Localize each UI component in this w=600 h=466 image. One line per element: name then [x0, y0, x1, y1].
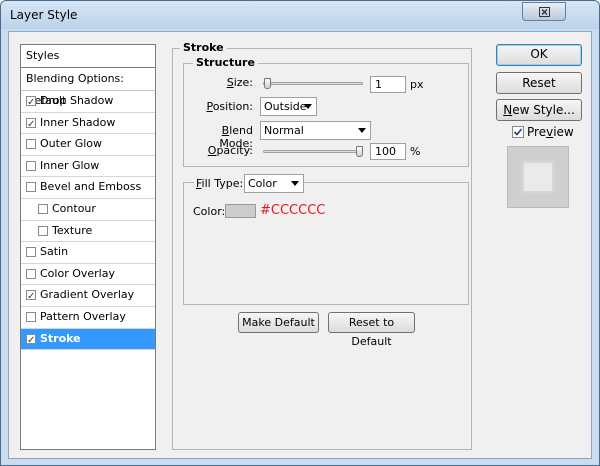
opacity-label: Opacity:	[207, 144, 253, 157]
styles-list: Styles Blending Options: Default Drop Sh…	[20, 44, 156, 450]
style-item-label: Color Overlay	[40, 266, 115, 280]
close-button[interactable]	[522, 2, 566, 21]
fill-type-select[interactable]: Color	[244, 174, 304, 193]
style-item-texture[interactable]: Texture	[21, 221, 155, 243]
reset-to-default-button[interactable]: Reset to Default	[328, 312, 415, 348]
style-item-checkbox[interactable]	[38, 225, 48, 236]
style-item-checkbox[interactable]	[26, 93, 36, 113]
style-item-stroke[interactable]: Stroke	[21, 328, 155, 351]
color-swatch[interactable]	[225, 204, 256, 218]
checkmark-icon	[513, 128, 523, 136]
new-style-button[interactable]: New Style...	[496, 99, 582, 121]
style-item-label: Contour	[52, 201, 96, 215]
style-item-color-overlay[interactable]: Color Overlay	[21, 264, 155, 286]
style-item-checkbox[interactable]	[26, 115, 36, 135]
style-item-label: Inner Shadow	[40, 115, 116, 129]
preview-thumbnail	[507, 146, 569, 208]
size-label: Size:	[226, 76, 253, 89]
style-item-gradient-overlay[interactable]: Gradient Overlay	[21, 285, 155, 307]
style-item-label: Gradient Overlay	[40, 288, 135, 302]
style-item-checkbox[interactable]	[26, 182, 36, 193]
style-item-outer-glow[interactable]: Outer Glow	[21, 134, 155, 156]
position-label: Position:	[206, 100, 253, 113]
style-item-label: Satin	[40, 245, 69, 259]
style-item-label: Bevel and Emboss	[40, 180, 142, 194]
layer-style-dialog: Layer Style Styles Blending Options: Def…	[0, 0, 600, 466]
style-item-checkbox[interactable]	[26, 160, 36, 171]
styles-header[interactable]: Styles	[21, 45, 155, 68]
preview-checkbox[interactable]	[512, 126, 524, 138]
style-item-inner-shadow[interactable]: Inner Shadow	[21, 113, 155, 135]
style-item-label: Outer Glow	[40, 137, 103, 151]
fill-type-label: Fill Type:	[194, 177, 246, 190]
size-unit: px	[410, 78, 424, 91]
blending-options-item[interactable]: Blending Options: Default	[21, 68, 155, 107]
preview-label: Preview	[527, 125, 574, 139]
style-items: Drop Shadow Inner Shadow Outer Glow Inner G…	[21, 91, 155, 351]
size-slider-handle[interactable]	[263, 78, 271, 89]
style-item-checkbox[interactable]	[26, 247, 36, 258]
style-item-checkbox[interactable]	[26, 287, 36, 307]
chevron-down-icon	[304, 104, 312, 109]
style-item-checkbox[interactable]	[26, 311, 36, 322]
chevron-down-icon	[291, 181, 299, 186]
structure-title: Structure	[193, 56, 258, 69]
blend-mode-select[interactable]: Normal	[260, 121, 371, 140]
size-input[interactable]: 1	[370, 76, 406, 93]
style-item-label: Pattern Overlay	[40, 309, 126, 323]
title-bar[interactable]: Layer Style	[1, 1, 599, 29]
size-slider-track[interactable]	[263, 82, 363, 85]
style-item-drop-shadow[interactable]: Drop Shadow	[21, 91, 155, 113]
chevron-down-icon	[358, 128, 366, 133]
style-item-bevel-and-emboss[interactable]: Bevel and Emboss	[21, 177, 155, 199]
style-item-label: Inner Glow	[40, 158, 100, 172]
opacity-input[interactable]: 100	[370, 143, 406, 160]
opacity-slider-track[interactable]	[263, 150, 363, 153]
window-title: Layer Style	[10, 8, 78, 22]
color-hex-annotation: #CCCCCC	[260, 203, 326, 218]
style-item-inner-glow[interactable]: Inner Glow	[21, 156, 155, 178]
stroke-panel-title: Stroke	[180, 41, 227, 54]
style-item-checkbox[interactable]	[38, 203, 48, 214]
reset-button[interactable]: Reset	[496, 72, 582, 94]
make-default-button[interactable]: Make Default	[238, 312, 319, 333]
position-select[interactable]: Outside	[260, 97, 317, 116]
style-item-label: Texture	[52, 223, 93, 237]
color-label: Color:	[193, 205, 226, 218]
style-item-pattern-overlay[interactable]: Pattern Overlay	[21, 307, 155, 329]
style-item-checkbox[interactable]	[26, 331, 36, 351]
fill-type-value: Color	[248, 177, 277, 190]
dialog-client: Styles Blending Options: Default Drop Sh…	[8, 31, 592, 459]
style-item-checkbox[interactable]	[26, 139, 36, 150]
position-value: Outside	[264, 100, 307, 113]
blend-mode-value: Normal	[264, 124, 304, 137]
fill-group	[183, 182, 469, 305]
ok-button[interactable]: OK	[496, 44, 582, 66]
opacity-slider-handle[interactable]	[356, 146, 363, 157]
opacity-unit: %	[410, 145, 421, 158]
style-item-label: Stroke	[40, 331, 81, 345]
style-item-label: Drop Shadow	[40, 94, 114, 107]
close-icon	[539, 7, 550, 17]
style-item-checkbox[interactable]	[26, 268, 36, 279]
style-item-satin[interactable]: Satin	[21, 242, 155, 264]
style-item-contour[interactable]: Contour	[21, 199, 155, 221]
preview-thumbnail-shape	[523, 162, 553, 192]
